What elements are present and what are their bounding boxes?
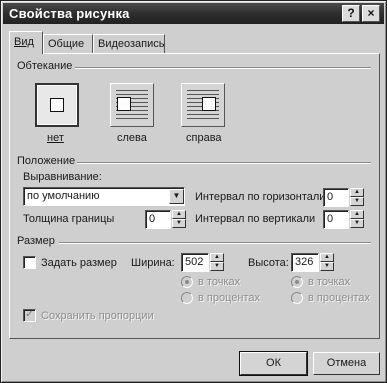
keep-aspect-checkbox[interactable]: ✓ <box>23 309 36 322</box>
tab-video[interactable]: Видеозапись <box>93 34 165 53</box>
position-divider <box>77 162 371 164</box>
height-label: Высота: <box>248 257 289 269</box>
tab-video-label: Видеозапись <box>98 38 165 50</box>
height-spinner[interactable]: ▲ ▼ <box>320 253 334 272</box>
spin-up-icon[interactable]: ▲ <box>350 188 364 197</box>
spin-down-icon[interactable]: ▼ <box>172 219 186 228</box>
tab-view[interactable]: Вид <box>9 31 43 54</box>
spin-down-icon[interactable]: ▼ <box>350 197 364 206</box>
dialog-title: Свойства рисунка <box>9 6 130 21</box>
help-button[interactable]: ? <box>342 5 360 22</box>
spin-up-icon[interactable]: ▲ <box>172 210 186 219</box>
position-section-label: Положение <box>17 155 76 167</box>
tab-view-label: Вид <box>14 36 34 48</box>
wrap-right-button[interactable] <box>181 83 225 127</box>
wrap-none-label: нет <box>47 132 64 144</box>
spin-down-icon[interactable]: ▼ <box>350 219 364 228</box>
wrap-left-picture-icon <box>117 97 131 111</box>
wrapping-divider <box>75 67 371 69</box>
width-units-percent-radio[interactable] <box>181 292 193 304</box>
vertical-spacing-input[interactable]: 0 <box>323 210 349 229</box>
border-thickness-label: Толщина границы <box>23 213 115 225</box>
title-bar: Свойства рисунка ? × <box>3 3 384 24</box>
alignment-select[interactable]: по умолчанию <box>23 187 185 206</box>
vertical-spacing-label: Интервал по вертикали <box>195 213 316 225</box>
height-units-percent-radio[interactable] <box>291 292 303 304</box>
keep-aspect-label: Сохранить пропорции <box>41 310 154 322</box>
wrap-none-picture-icon <box>50 98 64 112</box>
height-units-percent-label: в процентах <box>308 292 370 304</box>
wrap-left-button[interactable] <box>110 83 154 127</box>
spin-up-icon[interactable]: ▲ <box>320 253 334 262</box>
wrap-right-picture-icon <box>202 97 216 111</box>
size-divider <box>59 242 371 244</box>
width-units-points-radio[interactable] <box>181 276 193 288</box>
height-units-points-radio[interactable] <box>291 276 303 288</box>
cancel-button[interactable]: Отмена <box>313 352 380 375</box>
spin-down-icon[interactable]: ▼ <box>210 262 224 271</box>
alignment-select-value: по умолчанию <box>27 190 100 202</box>
border-thickness-spinner[interactable]: ▲ ▼ <box>172 210 186 229</box>
alignment-label: Выравнивание: <box>23 171 102 183</box>
specify-size-label: Задать размер <box>41 257 117 269</box>
horizontal-spacing-spinner[interactable]: ▲ ▼ <box>350 188 364 207</box>
wrap-left-label: слева <box>117 132 147 144</box>
wrap-right-label: справа <box>186 132 222 144</box>
width-units-points-label: в точках <box>198 276 241 288</box>
spin-up-icon[interactable]: ▲ <box>350 210 364 219</box>
tab-general-label: Общие <box>48 38 85 50</box>
height-input[interactable]: 326 <box>291 253 319 272</box>
width-label: Ширина: <box>131 257 175 269</box>
wrap-none-button[interactable] <box>35 83 79 127</box>
specify-size-checkbox[interactable] <box>23 256 36 269</box>
wrapping-section-label: Обтекание <box>17 60 73 72</box>
border-thickness-input[interactable]: 0 <box>145 210 171 229</box>
close-button[interactable]: × <box>362 5 380 22</box>
horizontal-spacing-label: Интервал по горизонтали <box>195 191 326 203</box>
width-input[interactable]: 502 <box>181 253 209 272</box>
vertical-spacing-spinner[interactable]: ▲ ▼ <box>350 210 364 229</box>
tab-general[interactable]: Общие <box>43 34 93 53</box>
height-units-points-label: в точках <box>308 276 351 288</box>
width-units-percent-label: в процентах <box>198 292 260 304</box>
horizontal-spacing-input[interactable]: 0 <box>323 188 349 207</box>
spin-down-icon[interactable]: ▼ <box>320 262 334 271</box>
picture-properties-dialog: Свойства рисунка ? × Вид Общие Видеозапи… <box>0 0 387 383</box>
size-section-label: Размер <box>17 235 55 247</box>
spin-up-icon[interactable]: ▲ <box>210 253 224 262</box>
alignment-dropdown-arrow-icon[interactable]: ▼ <box>169 189 184 204</box>
ok-button[interactable]: ОК <box>239 351 308 376</box>
width-spinner[interactable]: ▲ ▼ <box>210 253 224 272</box>
